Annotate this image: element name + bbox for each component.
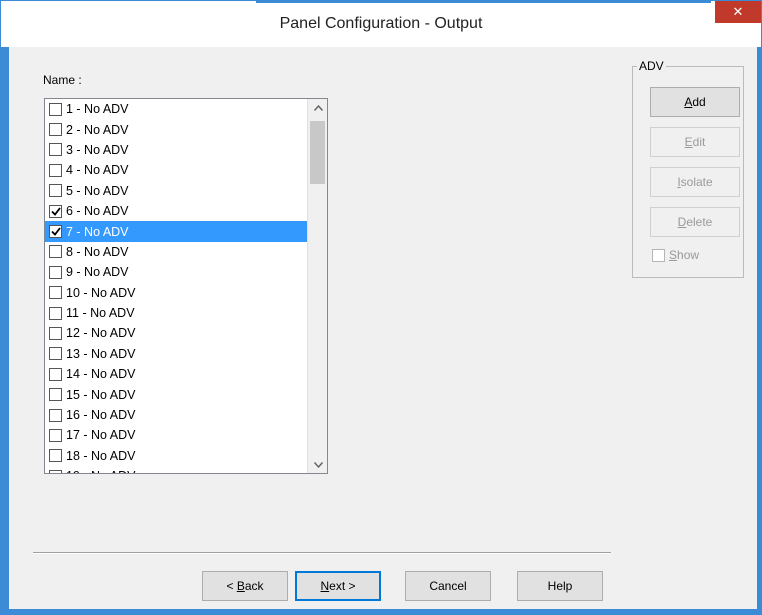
list-item[interactable]: 19 - No ADV <box>45 466 307 473</box>
list-item-label: 5 - No ADV <box>66 183 129 198</box>
list-item-label: 8 - No ADV <box>66 244 129 259</box>
item-checkbox[interactable] <box>49 286 62 300</box>
list-item-label: 7 - No ADV <box>66 224 129 239</box>
list-item[interactable]: 1 - No ADV <box>45 99 307 119</box>
footer-separator <box>33 552 611 554</box>
list-item-label: 3 - No ADV <box>66 142 129 157</box>
cancel-button-label: Cancel <box>429 579 467 593</box>
show-checkbox-box[interactable] <box>652 248 665 262</box>
item-checkbox[interactable] <box>49 388 62 402</box>
add-button-label: Add <box>684 95 706 109</box>
item-checkbox[interactable] <box>49 265 62 279</box>
item-checkbox[interactable] <box>49 245 62 259</box>
next-button[interactable]: Next > <box>295 571 381 601</box>
next-button-label: Next > <box>320 579 356 593</box>
delete-button[interactable]: Delete <box>650 207 740 237</box>
cancel-button[interactable]: Cancel <box>405 571 491 601</box>
list-item[interactable]: 2 - No ADV <box>45 119 307 139</box>
help-button-label: Help <box>547 579 573 593</box>
isolate-button-label: Isolate <box>677 175 713 189</box>
list-item-label: 1 - No ADV <box>66 102 129 117</box>
edit-button-label: Edit <box>684 135 706 149</box>
list-item-label: 10 - No ADV <box>66 285 136 300</box>
back-button-label: < Back <box>226 579 264 593</box>
item-checkbox[interactable] <box>49 306 62 320</box>
item-checkbox[interactable] <box>49 367 62 381</box>
list-items: 1 - No ADV 2 - No ADV 3 - No ADV 4 - No ADV… <box>45 99 307 473</box>
item-checkbox[interactable] <box>49 123 62 137</box>
isolate-button[interactable]: Isolate <box>650 167 740 197</box>
dialog-client-area: Name : 1 - No ADV 2 - No ADV 3 - No ADV 4 -… <box>9 47 757 609</box>
list-item[interactable]: 6 - No ADV <box>45 201 307 221</box>
help-button[interactable]: Help <box>517 571 603 601</box>
list-item[interactable]: 8 - No ADV <box>45 242 307 262</box>
close-button[interactable]: ✕ <box>715 1 761 23</box>
delete-button-label: Delete <box>677 215 713 229</box>
list-item[interactable]: 11 - No ADV <box>45 303 307 323</box>
chevron-down-icon <box>313 461 323 468</box>
adv-name-listbox[interactable]: 1 - No ADV 2 - No ADV 3 - No ADV 4 - No ADV… <box>44 98 328 474</box>
list-item-label: 14 - No ADV <box>66 367 136 382</box>
item-checkbox[interactable] <box>49 204 62 218</box>
list-item[interactable]: 3 - No ADV <box>45 140 307 160</box>
list-item[interactable]: 13 - No ADV <box>45 344 307 364</box>
scroll-thumb[interactable] <box>310 121 325 184</box>
title-bar-accent <box>256 1 711 3</box>
list-item-label: 12 - No ADV <box>66 326 136 341</box>
adv-groupbox: ADV Add Edit Isolate Delete Show <box>632 59 744 278</box>
item-checkbox[interactable] <box>49 225 62 239</box>
list-item[interactable]: 5 - No ADV <box>45 181 307 201</box>
adv-group-legend: ADV <box>637 59 666 73</box>
list-item-label: 2 - No ADV <box>66 122 129 137</box>
list-item[interactable]: 9 - No ADV <box>45 262 307 282</box>
vertical-scrollbar[interactable] <box>307 99 327 473</box>
add-button[interactable]: Add <box>650 87 740 117</box>
list-item-label: 19 - No ADV <box>66 469 135 473</box>
back-button[interactable]: < Back <box>202 571 288 601</box>
list-item[interactable]: 14 - No ADV <box>45 364 307 384</box>
title-bar[interactable]: Panel Configuration - Output ✕ <box>1 1 761 47</box>
item-checkbox[interactable] <box>49 326 62 340</box>
checkmark-icon <box>50 207 61 216</box>
dialog-window: Panel Configuration - Output ✕ Name : 1 … <box>0 0 762 615</box>
list-item[interactable]: 12 - No ADV <box>45 323 307 343</box>
edit-button[interactable]: Edit <box>650 127 740 157</box>
scroll-down-button[interactable] <box>308 456 327 473</box>
close-icon: ✕ <box>732 4 744 19</box>
item-checkbox[interactable] <box>49 102 62 116</box>
window-title: Panel Configuration - Output <box>279 15 483 32</box>
item-checkbox[interactable] <box>49 469 62 473</box>
list-item-label: 18 - No ADV <box>66 448 136 463</box>
checkmark-icon <box>50 227 61 236</box>
name-label: Name : <box>43 73 82 87</box>
list-item[interactable]: 4 - No ADV <box>45 160 307 180</box>
list-item-label: 17 - No ADV <box>66 428 136 443</box>
show-checkbox[interactable]: Show <box>652 248 699 262</box>
list-item-label: 9 - No ADV <box>66 265 129 280</box>
list-item-label: 6 - No ADV <box>66 204 129 219</box>
list-item-label: 4 - No ADV <box>66 163 129 178</box>
list-item[interactable]: 10 - No ADV <box>45 283 307 303</box>
show-checkbox-label: Show <box>669 248 700 262</box>
item-checkbox[interactable] <box>49 347 62 361</box>
item-checkbox[interactable] <box>49 428 62 442</box>
list-item[interactable]: 15 - No ADV <box>45 384 307 404</box>
list-item-label: 13 - No ADV <box>66 346 136 361</box>
list-item[interactable]: 7 - No ADV <box>45 221 307 242</box>
list-item[interactable]: 18 - No ADV <box>45 446 307 466</box>
list-item-label: 11 - No ADV <box>66 306 135 321</box>
item-checkbox[interactable] <box>49 143 62 157</box>
item-checkbox[interactable] <box>49 449 62 463</box>
item-checkbox[interactable] <box>49 184 62 198</box>
list-item[interactable]: 17 - No ADV <box>45 425 307 445</box>
list-item-label: 15 - No ADV <box>66 387 136 402</box>
scroll-up-button[interactable] <box>308 99 327 116</box>
item-checkbox[interactable] <box>49 163 62 177</box>
chevron-up-icon <box>313 104 323 111</box>
list-item[interactable]: 16 - No ADV <box>45 405 307 425</box>
item-checkbox[interactable] <box>49 408 62 422</box>
list-item-label: 16 - No ADV <box>66 408 136 423</box>
